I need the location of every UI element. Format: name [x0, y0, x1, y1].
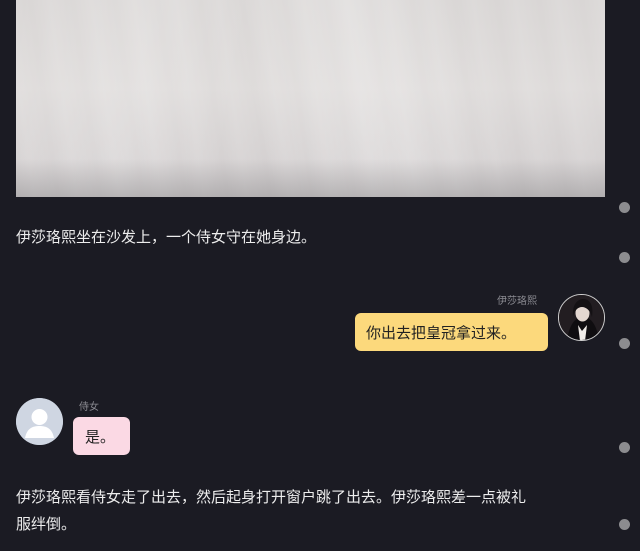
- message-text: 你出去把皇冠拿过来。: [366, 323, 517, 342]
- narration-line: 伊莎珞熙坐在沙发上，一个侍女守在她身边。: [16, 228, 317, 246]
- sender-name: 侍女: [79, 402, 99, 413]
- narration-line: 伊莎珞熙看侍女走了出去，然后起身打开窗户跳了出去。伊莎珞熙差一点被礼: [16, 488, 527, 506]
- narration-text: 伊莎珞熙看侍女走了出去，然后起身打开窗户跳了出去。伊莎珞熙差一点被礼 服绊倒。: [16, 484, 616, 538]
- default-avatar-icon[interactable]: [16, 398, 63, 445]
- character-avatar-icon: [559, 295, 604, 340]
- chat-bubble-right: 你出去把皇冠拿过来。: [355, 313, 548, 351]
- scroll-indicator-dot[interactable]: [619, 442, 630, 453]
- narration-text: 伊莎珞熙坐在沙发上，一个侍女守在她身边。: [16, 224, 616, 251]
- chat-bubble-left: 是。: [73, 417, 130, 455]
- photo-shadow: [16, 159, 605, 197]
- story-photo: [16, 0, 605, 197]
- scroll-indicator-dot[interactable]: [619, 202, 630, 213]
- default-avatar-icon: [16, 398, 63, 445]
- message-text: 是。: [85, 427, 116, 446]
- scroll-indicator-dot[interactable]: [619, 519, 630, 530]
- character-avatar-icon[interactable]: [558, 294, 605, 341]
- narration-line: 服绊倒。: [16, 515, 77, 533]
- scroll-indicator-dot[interactable]: [619, 338, 630, 349]
- sender-name: 伊莎珞熙: [497, 296, 537, 307]
- scroll-indicator-dot[interactable]: [619, 252, 630, 263]
